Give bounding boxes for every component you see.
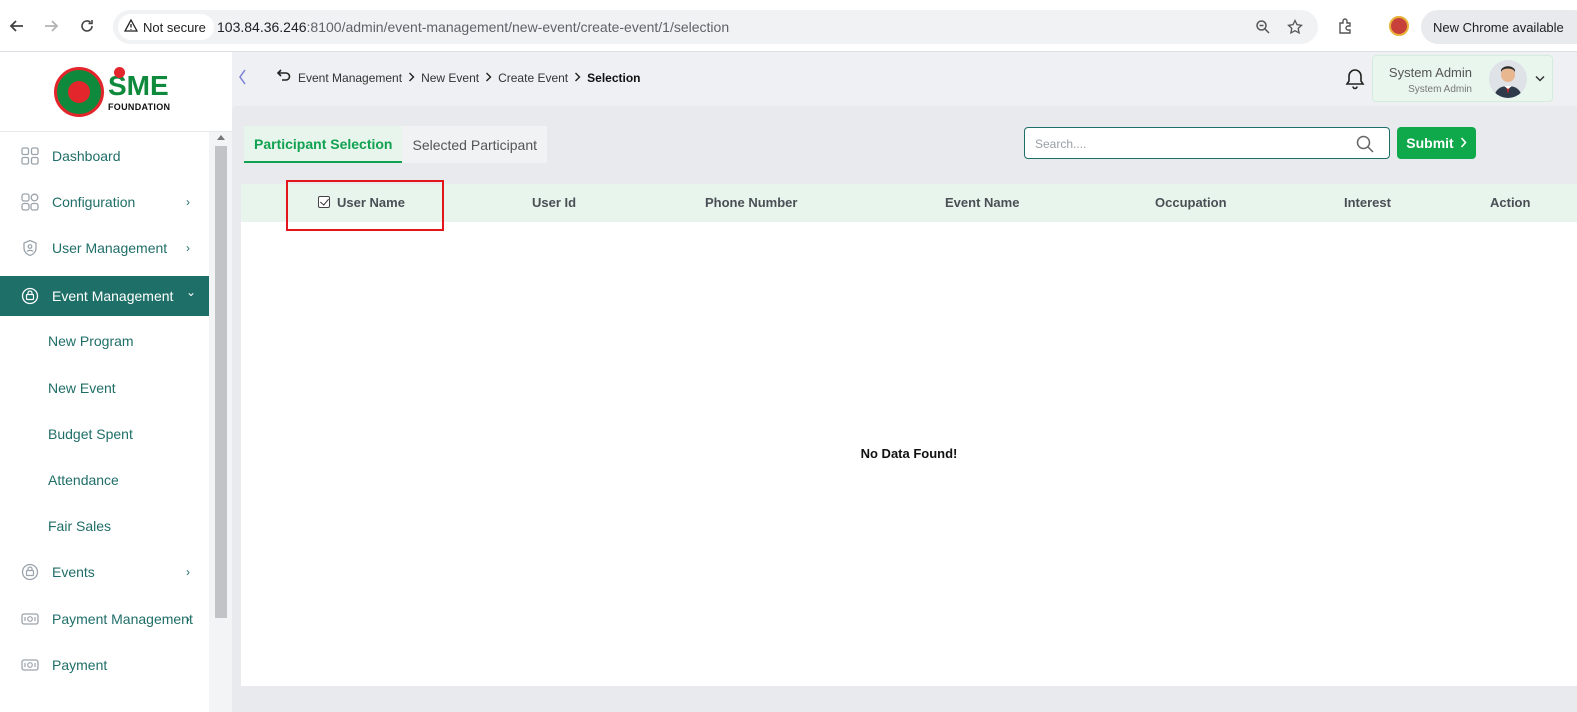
sidebar-subitem-new-event[interactable]: New Event — [48, 380, 116, 396]
breadcrumb-item[interactable]: Create Event — [498, 71, 568, 85]
undo-back-icon[interactable] — [276, 67, 292, 88]
logo-subtext: FOUNDATION — [108, 102, 171, 112]
sidebar-collapse-icon[interactable] — [237, 68, 247, 91]
event-icon — [20, 286, 40, 306]
sidebar-item-events[interactable]: Events › — [0, 552, 209, 592]
user-name: System Admin — [1388, 65, 1472, 80]
tab-participant-selection[interactable]: Participant Selection — [244, 126, 403, 163]
sidebar-item-label: Payment — [52, 657, 108, 673]
chevron-right-icon: › — [186, 241, 190, 255]
sidebar-item-label: Event Management — [52, 288, 174, 304]
sidebar: SME FOUNDATION Dashboard Configuration ›… — [0, 52, 232, 712]
column-header-action[interactable]: Action — [1490, 195, 1530, 210]
sidebar-item-label: Dashboard — [52, 148, 121, 164]
security-chip[interactable]: Not secure — [118, 14, 214, 40]
breadcrumb-item[interactable]: New Event — [421, 71, 479, 85]
column-header-event-name[interactable]: Event Name — [945, 195, 1019, 210]
chevron-right-icon — [1460, 135, 1467, 151]
url-path: :8100/admin/event-management/new-event/c… — [306, 19, 730, 35]
address-bar[interactable]: Not secure 103.84.36.246:8100/admin/even… — [113, 10, 1318, 44]
breadcrumb-item[interactable]: Event Management — [298, 71, 402, 85]
profile-avatar-icon[interactable] — [1389, 16, 1409, 36]
topbar: Event Management New Event Create Event … — [232, 52, 1577, 104]
column-header-phone-number[interactable]: Phone Number — [705, 195, 797, 210]
avatar — [1489, 60, 1527, 98]
breadcrumb: Event Management New Event Create Event … — [298, 71, 641, 85]
main-panel: Participant Selection Selected Participa… — [232, 106, 1577, 712]
extensions-icon[interactable] — [1334, 14, 1358, 38]
sidebar-item-event-management[interactable]: Event Management ⌄ — [0, 276, 209, 316]
shield-user-icon — [20, 238, 40, 258]
notification-bell-icon[interactable] — [1345, 68, 1365, 90]
forward-arrow-icon[interactable] — [39, 14, 63, 38]
url-text: 103.84.36.246:8100/admin/event-managemen… — [217, 19, 729, 35]
reload-icon[interactable] — [75, 14, 99, 38]
annotation-highlight-box — [286, 180, 444, 231]
sidebar-item-label: Payment Management — [52, 611, 193, 627]
sidebar-subitem-new-program[interactable]: New Program — [48, 333, 134, 349]
column-header-interest[interactable]: Interest — [1344, 195, 1391, 210]
government-emblem-icon — [54, 67, 104, 117]
url-host: 103.84.36.246 — [217, 19, 307, 35]
chevron-right-icon: › — [186, 195, 190, 209]
grid-icon — [20, 146, 40, 166]
event-icon — [20, 562, 40, 582]
payment-icon — [20, 655, 40, 675]
sidebar-item-label: Events — [52, 564, 95, 580]
submit-label: Submit — [1406, 135, 1454, 151]
empty-state-message: No Data Found! — [860, 446, 958, 461]
chevron-right-icon — [408, 71, 415, 85]
search-input[interactable] — [1035, 134, 1345, 154]
sidebar-subitem-budget-spent[interactable]: Budget Spent — [48, 426, 133, 442]
sidebar-item-configuration[interactable]: Configuration › — [0, 182, 209, 222]
logo-area[interactable]: SME FOUNDATION — [0, 52, 232, 132]
chrome-update-button[interactable]: New Chrome available — [1421, 10, 1577, 44]
chevron-right-icon — [485, 71, 492, 85]
column-header-occupation[interactable]: Occupation — [1155, 195, 1227, 210]
zoom-icon[interactable] — [1254, 18, 1272, 36]
bookmark-star-icon[interactable] — [1286, 18, 1304, 36]
update-label: New Chrome available — [1433, 19, 1564, 35]
scrollbar-thumb[interactable] — [215, 146, 227, 618]
sidebar-subitem-fair-sales[interactable]: Fair Sales — [48, 518, 111, 534]
sidebar-subitem-attendance[interactable]: Attendance — [48, 472, 119, 488]
tab-selected-participant[interactable]: Selected Participant — [402, 126, 547, 163]
breadcrumb-current: Selection — [587, 71, 641, 85]
scroll-up-arrow-icon[interactable] — [217, 135, 225, 140]
browser-toolbar: Not secure 103.84.36.246:8100/admin/even… — [0, 0, 1577, 52]
logo-text: SME — [108, 67, 169, 100]
user-role: System Admin — [1408, 84, 1472, 95]
chevron-down-icon: ⌄ — [186, 285, 197, 299]
chevron-right-icon: › — [186, 612, 190, 626]
participant-table: User Name User Id Phone Number Event Nam… — [241, 180, 1577, 686]
sidebar-item-label: User Management — [52, 240, 168, 256]
chevron-right-icon: › — [186, 565, 190, 579]
sidebar-scrollbar[interactable] — [209, 132, 232, 712]
submit-button[interactable]: Submit — [1397, 127, 1476, 159]
back-arrow-icon[interactable] — [5, 14, 29, 38]
column-header-user-id[interactable]: User Id — [532, 195, 576, 210]
sidebar-item-payment-management[interactable]: Payment Management › — [0, 599, 209, 639]
chevron-right-icon — [574, 71, 581, 85]
user-profile-menu[interactable]: System Admin System Admin — [1372, 55, 1553, 102]
security-label: Not secure — [143, 19, 206, 35]
search-field[interactable] — [1024, 127, 1390, 159]
search-icon[interactable] — [1355, 134, 1375, 154]
chevron-down-icon[interactable] — [1535, 71, 1545, 85]
sidebar-item-user-management[interactable]: User Management › — [0, 228, 209, 268]
tab-bar: Participant Selection Selected Participa… — [244, 126, 548, 163]
sidebar-item-payment[interactable]: Payment — [0, 645, 209, 685]
payment-icon — [20, 609, 40, 629]
sidebar-item-dashboard[interactable]: Dashboard — [0, 136, 209, 176]
warning-icon — [123, 18, 139, 36]
sidebar-item-label: Configuration — [52, 194, 136, 210]
config-icon — [20, 192, 40, 212]
